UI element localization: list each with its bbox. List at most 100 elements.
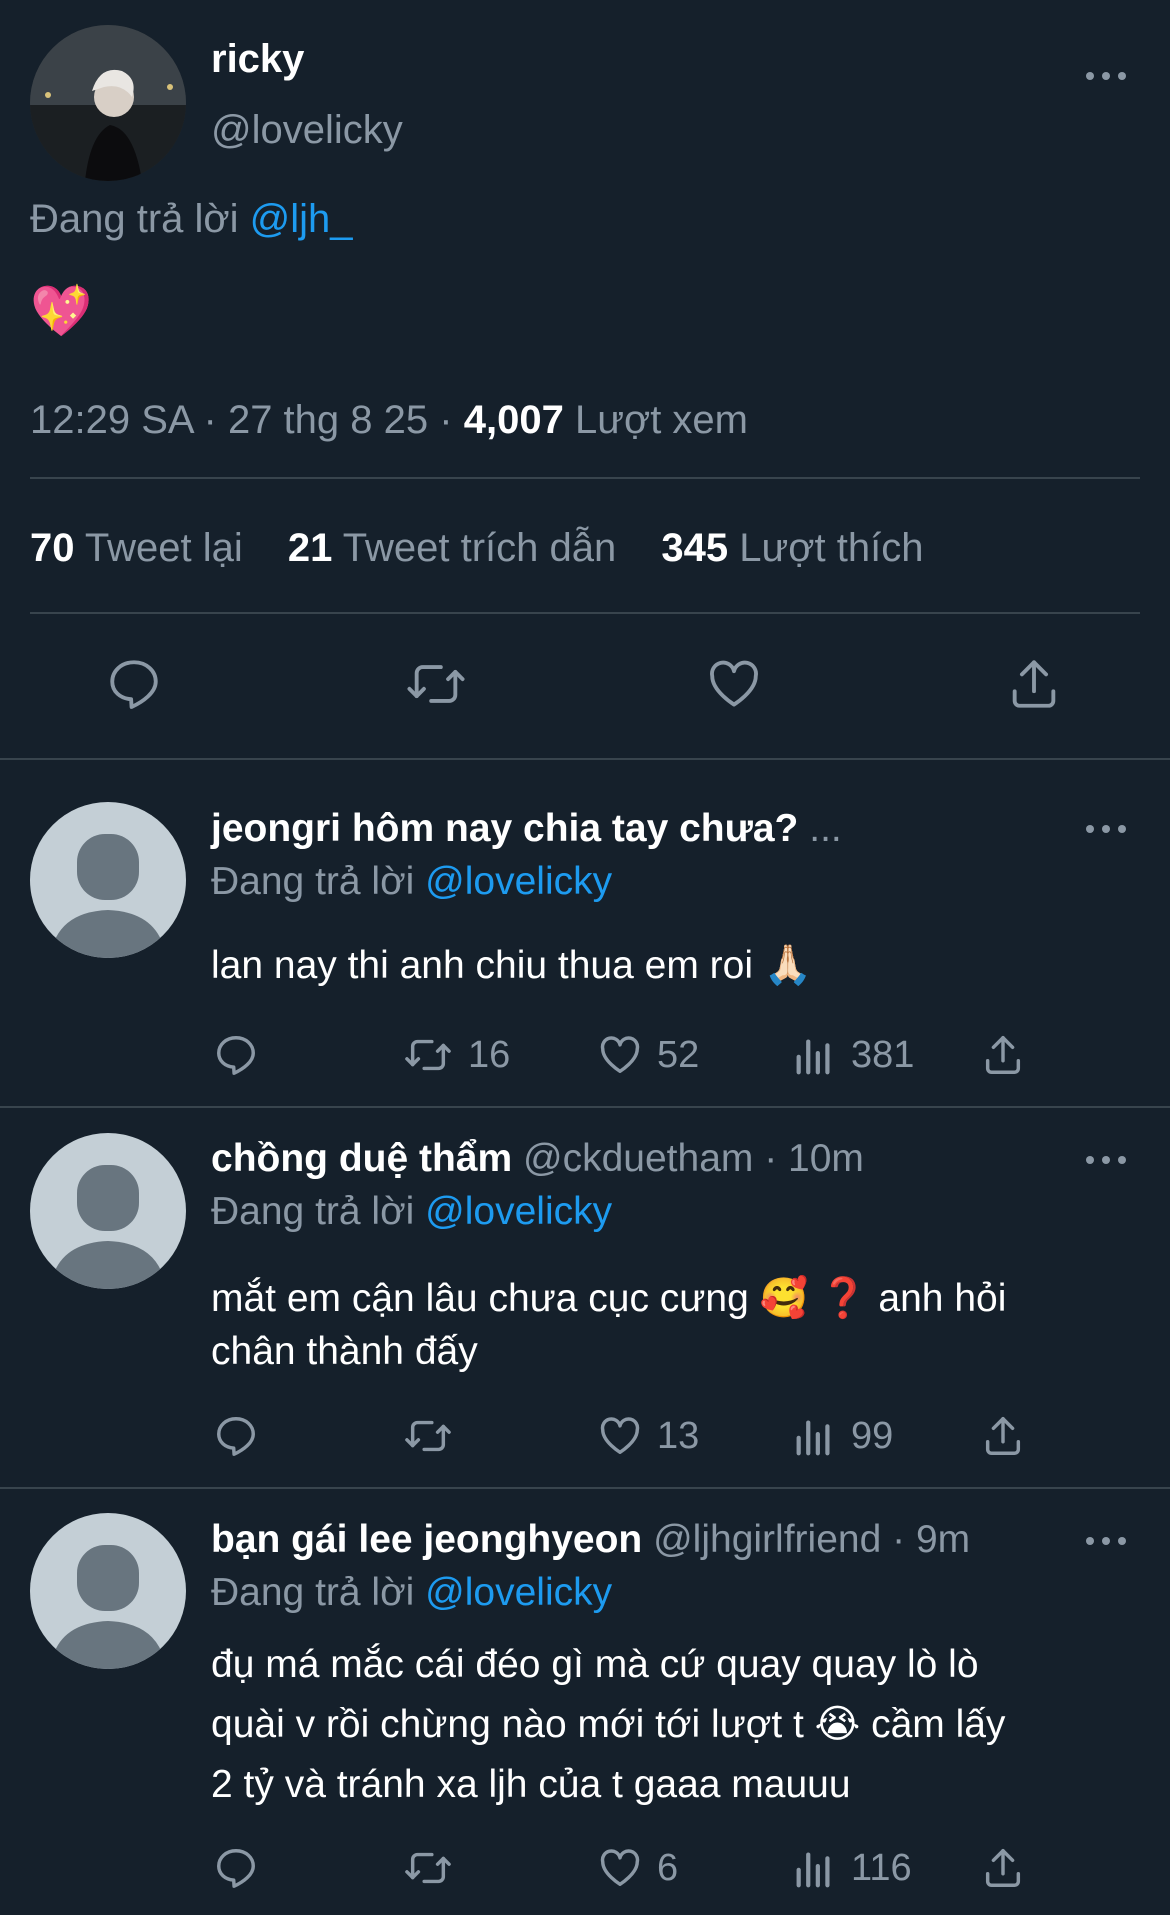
- avatar[interactable]: [30, 802, 186, 958]
- retweet-icon: [405, 1039, 451, 1071]
- views-count: 4,007: [463, 398, 564, 442]
- like-count: 13: [657, 1414, 700, 1457]
- replying-to-link[interactable]: @ljh_: [250, 197, 353, 241]
- reply-text-line: 2 tỷ và tránh xa ljh của t gaaa mauuu: [211, 1763, 851, 1806]
- retweet-icon: [405, 1420, 451, 1452]
- reply-icon: [217, 1417, 255, 1456]
- handle[interactable]: @ckduetham: [523, 1137, 753, 1180]
- tweet-meta: 12:29 SA · 27 thg 8 25 · 4,007 Lượt xem: [30, 398, 748, 443]
- replying-to-link[interactable]: @lovelicky: [425, 1190, 612, 1233]
- views-count: 99: [851, 1414, 894, 1457]
- avatar[interactable]: [30, 1133, 186, 1289]
- reply-time[interactable]: · 9m: [892, 1518, 970, 1561]
- divider: [30, 612, 1140, 614]
- reply-text: lan nay thi anh chiu thua em roi 🙏🏻: [211, 942, 812, 990]
- retweet-icon: [407, 665, 465, 703]
- quotes-count: 21: [287, 526, 333, 570]
- share-icon: [985, 1036, 1021, 1074]
- like-button[interactable]: 52: [597, 1032, 699, 1078]
- default-avatar-icon: [50, 1545, 166, 1669]
- tweet-date[interactable]: 27 thg 8 25: [228, 398, 428, 442]
- more-icon[interactable]: [1086, 1150, 1126, 1170]
- display-name[interactable]: chồng duệ thẩm: [211, 1137, 512, 1180]
- views-icon: [796, 1852, 830, 1888]
- quotes-stat[interactable]: 21 Tweet trích dẫn: [288, 526, 628, 570]
- divider: [0, 1487, 1170, 1489]
- views-count: 116: [851, 1846, 912, 1889]
- retweet-icon: [405, 1852, 451, 1884]
- replying-prefix: Đang trả lời: [211, 860, 415, 903]
- views-count: 381: [851, 1033, 915, 1076]
- retweet-button[interactable]: [402, 1413, 454, 1459]
- retweets-count: 70: [30, 526, 75, 570]
- retweet-count: 16: [468, 1033, 511, 1076]
- reply-icon: [217, 1849, 255, 1888]
- replying-to-line: Đang trả lời @lovelicky: [211, 1190, 612, 1234]
- retweet-button[interactable]: [404, 655, 468, 713]
- reply-header: bạn gái lee jeonghyeon @ljhgirlfriend · …: [211, 1518, 970, 1562]
- name-ellipsis: ...: [809, 807, 842, 850]
- display-name[interactable]: ricky: [211, 37, 304, 82]
- reply-button[interactable]: [213, 1845, 259, 1891]
- views-button[interactable]: 116: [791, 1845, 912, 1891]
- default-avatar-icon: [50, 834, 166, 958]
- views-icon: [796, 1420, 830, 1456]
- meta-separator: ·: [439, 398, 453, 442]
- retweet-button[interactable]: [402, 1845, 454, 1891]
- like-count: 6: [657, 1846, 679, 1889]
- share-icon: [1012, 660, 1056, 708]
- tweet-text: 💖: [30, 283, 93, 339]
- avatar-main[interactable]: [30, 25, 186, 181]
- tweet-stats: 70 Tweet lại 21 Tweet trích dẫn 345 Lượt…: [30, 526, 923, 571]
- replying-prefix: Đang trả lời: [211, 1190, 415, 1233]
- reply-button[interactable]: [105, 655, 163, 713]
- share-button[interactable]: [980, 1845, 1026, 1891]
- like-count: 52: [657, 1033, 700, 1076]
- views-button[interactable]: 99: [791, 1413, 893, 1459]
- reply-text-line: quài v rồi chừng nào mới tới lượt t 😭 cầ…: [211, 1703, 1006, 1746]
- reply-text: mắt em cận lâu chưa cục cưng 🥰 ❓ anh hỏi…: [211, 1272, 1006, 1378]
- avatar[interactable]: [30, 1513, 186, 1669]
- likes-label: Lượt thích: [739, 526, 924, 570]
- views-button[interactable]: 381: [791, 1032, 914, 1078]
- replying-to-link[interactable]: @lovelicky: [425, 1571, 612, 1614]
- share-icon: [985, 1849, 1021, 1887]
- reply-button[interactable]: [213, 1032, 259, 1078]
- reply-text: đụ má mắc cái đéo gì mà cứ quay quay lò …: [211, 1635, 1005, 1815]
- reply-text-line: chân thành đấy: [211, 1330, 478, 1373]
- share-button[interactable]: [980, 1032, 1026, 1078]
- reply-time[interactable]: · 10m: [764, 1137, 864, 1180]
- divider: [30, 477, 1140, 479]
- tweet-time[interactable]: 12:29 SA: [30, 398, 192, 442]
- handle[interactable]: @ljhgirlfriend: [653, 1518, 881, 1561]
- share-button[interactable]: [980, 1413, 1026, 1459]
- like-button[interactable]: [705, 655, 763, 713]
- views-label: Lượt xem: [574, 398, 748, 442]
- default-avatar-icon: [50, 1165, 166, 1289]
- share-button[interactable]: [1005, 655, 1063, 713]
- display-name[interactable]: bạn gái lee jeonghyeon: [211, 1518, 642, 1561]
- replying-to-line: Đang trả lời @ljh_: [30, 197, 353, 242]
- likes-count: 345: [661, 526, 729, 570]
- retweet-button[interactable]: 16: [402, 1032, 510, 1078]
- like-icon: [600, 1849, 640, 1887]
- like-button[interactable]: 6: [597, 1845, 678, 1891]
- like-button[interactable]: 13: [597, 1413, 699, 1459]
- reply-button[interactable]: [213, 1413, 259, 1459]
- divider: [0, 1106, 1170, 1108]
- replying-to-line: Đang trả lời @lovelicky: [211, 1571, 612, 1615]
- more-icon[interactable]: [1086, 819, 1126, 839]
- replying-prefix: Đang trả lời: [211, 1571, 415, 1614]
- handle[interactable]: @lovelicky: [211, 108, 403, 153]
- reply-header: jeongri hôm nay chia tay chưa? ...: [211, 807, 842, 851]
- more-icon[interactable]: [1086, 66, 1126, 86]
- display-name[interactable]: jeongri hôm nay chia tay chưa?: [211, 807, 798, 850]
- more-icon[interactable]: [1086, 1531, 1126, 1551]
- retweets-stat[interactable]: 70 Tweet lại: [30, 526, 254, 570]
- reply-text-line: lan nay thi anh chiu thua em roi 🙏🏻: [211, 944, 813, 987]
- like-icon: [600, 1036, 640, 1074]
- likes-stat[interactable]: 345 Lượt thích: [661, 526, 923, 570]
- replying-to-link[interactable]: @lovelicky: [425, 860, 612, 903]
- views-icon: [796, 1039, 830, 1075]
- reply-text-line: mắt em cận lâu chưa cục cưng 🥰 ❓ anh hỏi: [211, 1277, 1007, 1320]
